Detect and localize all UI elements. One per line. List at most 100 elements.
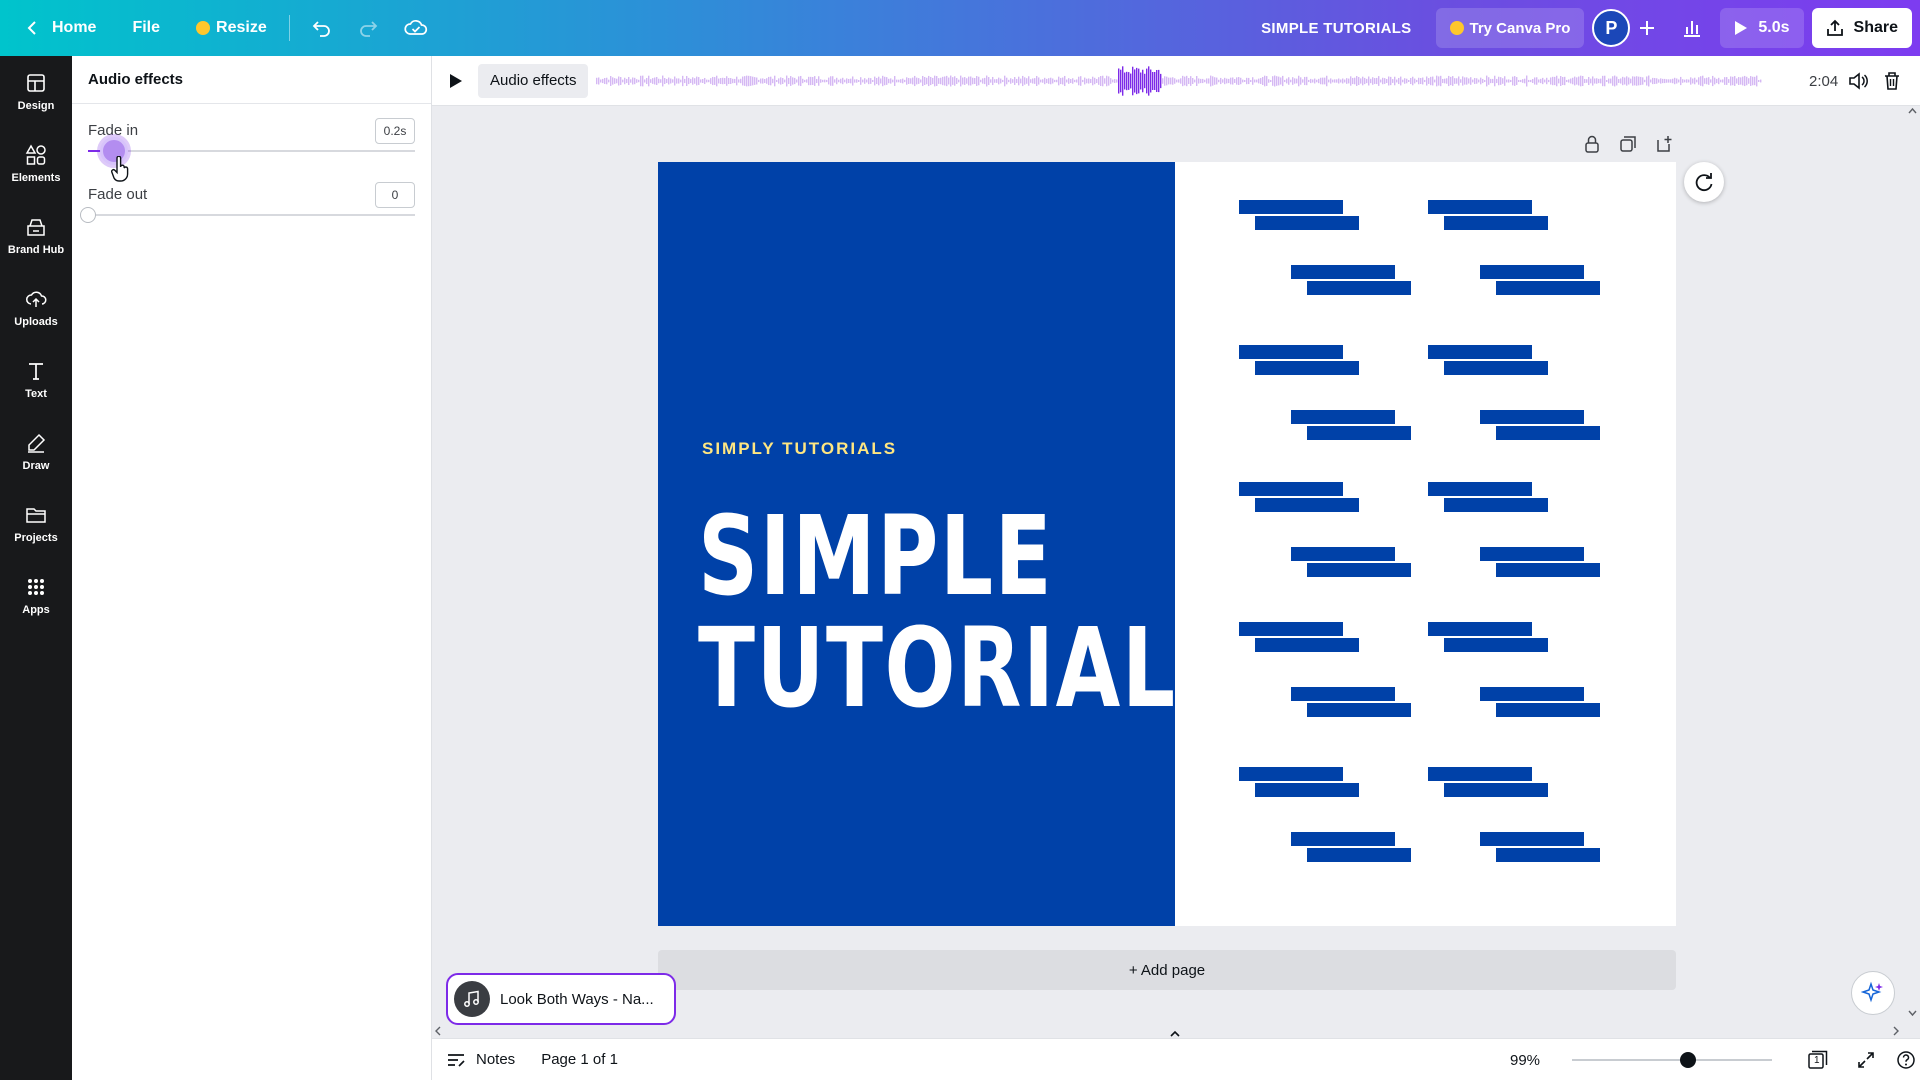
waveform-bar [1534, 77, 1536, 85]
page-grid-button[interactable]: 1 [1798, 1040, 1838, 1080]
rail-item-apps[interactable]: Apps [0, 560, 72, 632]
zoom-slider[interactable] [1572, 1052, 1772, 1068]
design-headline[interactable]: SIMPLE TUTORIALS [698, 500, 1238, 724]
undo-button[interactable] [302, 8, 342, 48]
waveform-bar [1630, 78, 1632, 84]
music-track-name: Look Both Ways - Na... [500, 990, 654, 1008]
audio-effects-button[interactable]: Audio effects [478, 63, 589, 98]
waveform-bar [1038, 77, 1040, 85]
waveform-bar [1230, 77, 1232, 85]
notes-button[interactable]: Notes [446, 1051, 515, 1068]
insights-button[interactable] [1672, 8, 1712, 48]
resize-button[interactable]: Resize [186, 8, 277, 48]
waveform-bar [1440, 75, 1442, 87]
waveform-bar [1408, 79, 1410, 83]
waveform-bar [636, 79, 638, 83]
waveform-bar [1480, 77, 1482, 85]
waveform-bar [1532, 78, 1534, 84]
waveform-bar [1254, 79, 1256, 83]
cloud-check-icon [404, 20, 427, 35]
pattern-stripe [1291, 547, 1395, 561]
delete-audio-button[interactable] [1872, 61, 1912, 101]
rail-item-design[interactable]: Design [0, 56, 72, 128]
waveform-bar [1228, 78, 1230, 84]
waveform-bar [1414, 78, 1416, 84]
fade-out-value[interactable]: 0 [375, 182, 415, 208]
waveform-bar [664, 77, 666, 85]
try-pro-button[interactable]: Try Canva Pro [1435, 8, 1585, 48]
waveform-bar [1018, 76, 1020, 86]
rail-item-draw[interactable]: Draw [0, 416, 72, 488]
add-page-button[interactable]: + Add page [658, 950, 1676, 990]
file-menu-button[interactable]: File [122, 8, 170, 48]
waveform-bar [1092, 76, 1094, 86]
waveform-bar [688, 77, 690, 85]
waveform-bar [618, 76, 620, 86]
design-subtitle[interactable]: SIMPLY TUTORIALS [702, 439, 897, 459]
waveform-bar [1342, 78, 1344, 84]
redo-button[interactable] [348, 8, 388, 48]
magic-assistant-button[interactable] [1851, 971, 1895, 1015]
audio-play-button[interactable] [436, 61, 476, 101]
waveform-bar [1238, 77, 1240, 85]
waveform-bar [1290, 79, 1292, 83]
waveform-bar [820, 79, 822, 83]
waveform-bar [1360, 78, 1362, 84]
fade-in-value[interactable]: 0.2s [375, 118, 415, 144]
waveform-bar [710, 78, 712, 84]
zoom-slider-thumb[interactable] [1680, 1052, 1696, 1068]
add-collaborator-button[interactable] [1630, 11, 1664, 45]
audio-waveform[interactable] [596, 64, 1762, 98]
fade-out-slider-thumb[interactable] [80, 207, 96, 223]
waveform-bar [1110, 78, 1112, 84]
rail-item-projects[interactable]: Projects [0, 488, 72, 560]
cloud-save-button[interactable] [396, 8, 436, 48]
rail-item-text[interactable]: Text [0, 344, 72, 416]
waveform-bar [1686, 79, 1688, 83]
rail-item-uploads[interactable]: Uploads [0, 272, 72, 344]
waveform-bar [1314, 78, 1316, 84]
pattern-stripe [1307, 281, 1411, 295]
rail-item-elements[interactable]: Elements [0, 128, 72, 200]
lock-page-button[interactable] [1578, 130, 1606, 158]
waveform-bar [1722, 79, 1724, 83]
waveform-bar [1516, 77, 1518, 85]
waveform-bar [1708, 77, 1710, 85]
design-artboard[interactable]: SIMPLY TUTORIALS SIMPLE TUTORIALS [658, 162, 1676, 926]
waveform-bar [1282, 75, 1284, 87]
music-track-chip[interactable]: Look Both Ways - Na... [446, 973, 676, 1025]
vertical-scrollbar[interactable] [1905, 106, 1920, 1018]
page-indicator[interactable]: Page 1 of 1 [541, 1051, 618, 1068]
waveform-bar [692, 77, 694, 85]
waveform-bar [1006, 77, 1008, 85]
waveform-bar [628, 76, 630, 86]
waveform-bar [1696, 79, 1698, 83]
waveform-bar [1444, 78, 1446, 84]
design-title[interactable]: SIMPLE TUTORIALS [1261, 20, 1411, 37]
waveform-bar [934, 75, 936, 87]
waveform-bar [1560, 76, 1562, 86]
share-button[interactable]: Share [1811, 8, 1912, 48]
waveform-bar [1072, 78, 1074, 84]
fade-in-slider[interactable] [88, 137, 415, 165]
help-button[interactable] [1886, 1040, 1920, 1080]
rail-item-brand-hub[interactable]: Brand Hub [0, 200, 72, 272]
waveform-bar [1652, 77, 1654, 85]
add-page-tool-button[interactable] [1650, 130, 1678, 158]
waveform-bar [1484, 79, 1486, 83]
waveform-bar [660, 79, 662, 83]
zoom-level[interactable]: 99% [1510, 1039, 1540, 1080]
refresh-comment-button[interactable] [1684, 162, 1724, 202]
waveform-bar [1508, 79, 1510, 83]
fullscreen-button[interactable] [1846, 1040, 1886, 1080]
waveform-bar [1702, 75, 1704, 87]
fade-out-slider[interactable] [80, 207, 415, 223]
stripe-pattern[interactable] [1175, 162, 1676, 926]
avatar[interactable]: P [1592, 9, 1631, 47]
waveform-bar [704, 77, 706, 85]
waveform-bar [1626, 76, 1628, 86]
present-button[interactable]: 5.0s [1720, 8, 1804, 48]
waveform-bar [1728, 79, 1730, 83]
duplicate-page-button[interactable] [1614, 130, 1642, 158]
home-button[interactable]: Home [16, 8, 106, 48]
